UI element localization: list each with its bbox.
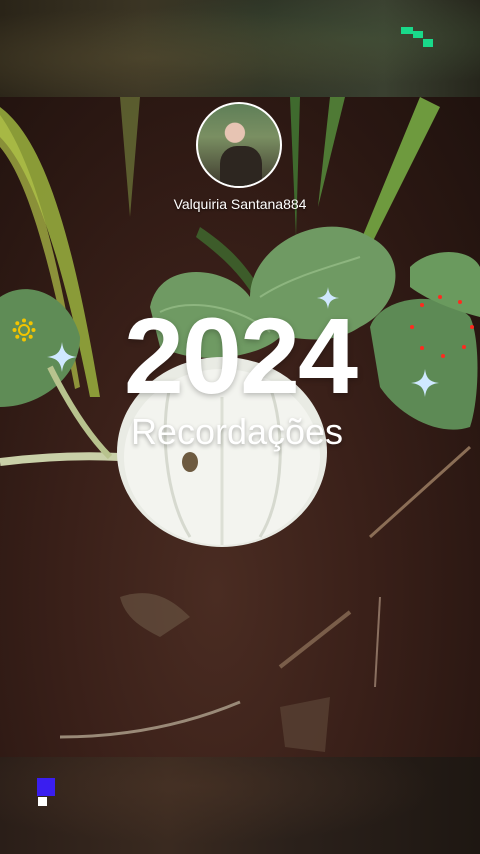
memories-subtitle: Recordações: [130, 411, 344, 452]
avatar[interactable]: [196, 102, 282, 188]
story-viewer: Valquiria Santana884 2024 Recordações: [0, 0, 480, 854]
username[interactable]: Valquiria Santana884: [0, 196, 480, 212]
year-title: 2024: [123, 295, 358, 416]
bottom-blurred-band: [0, 757, 480, 854]
brand-logo-icon: [401, 27, 433, 49]
brand-logo-icon: [37, 778, 57, 808]
